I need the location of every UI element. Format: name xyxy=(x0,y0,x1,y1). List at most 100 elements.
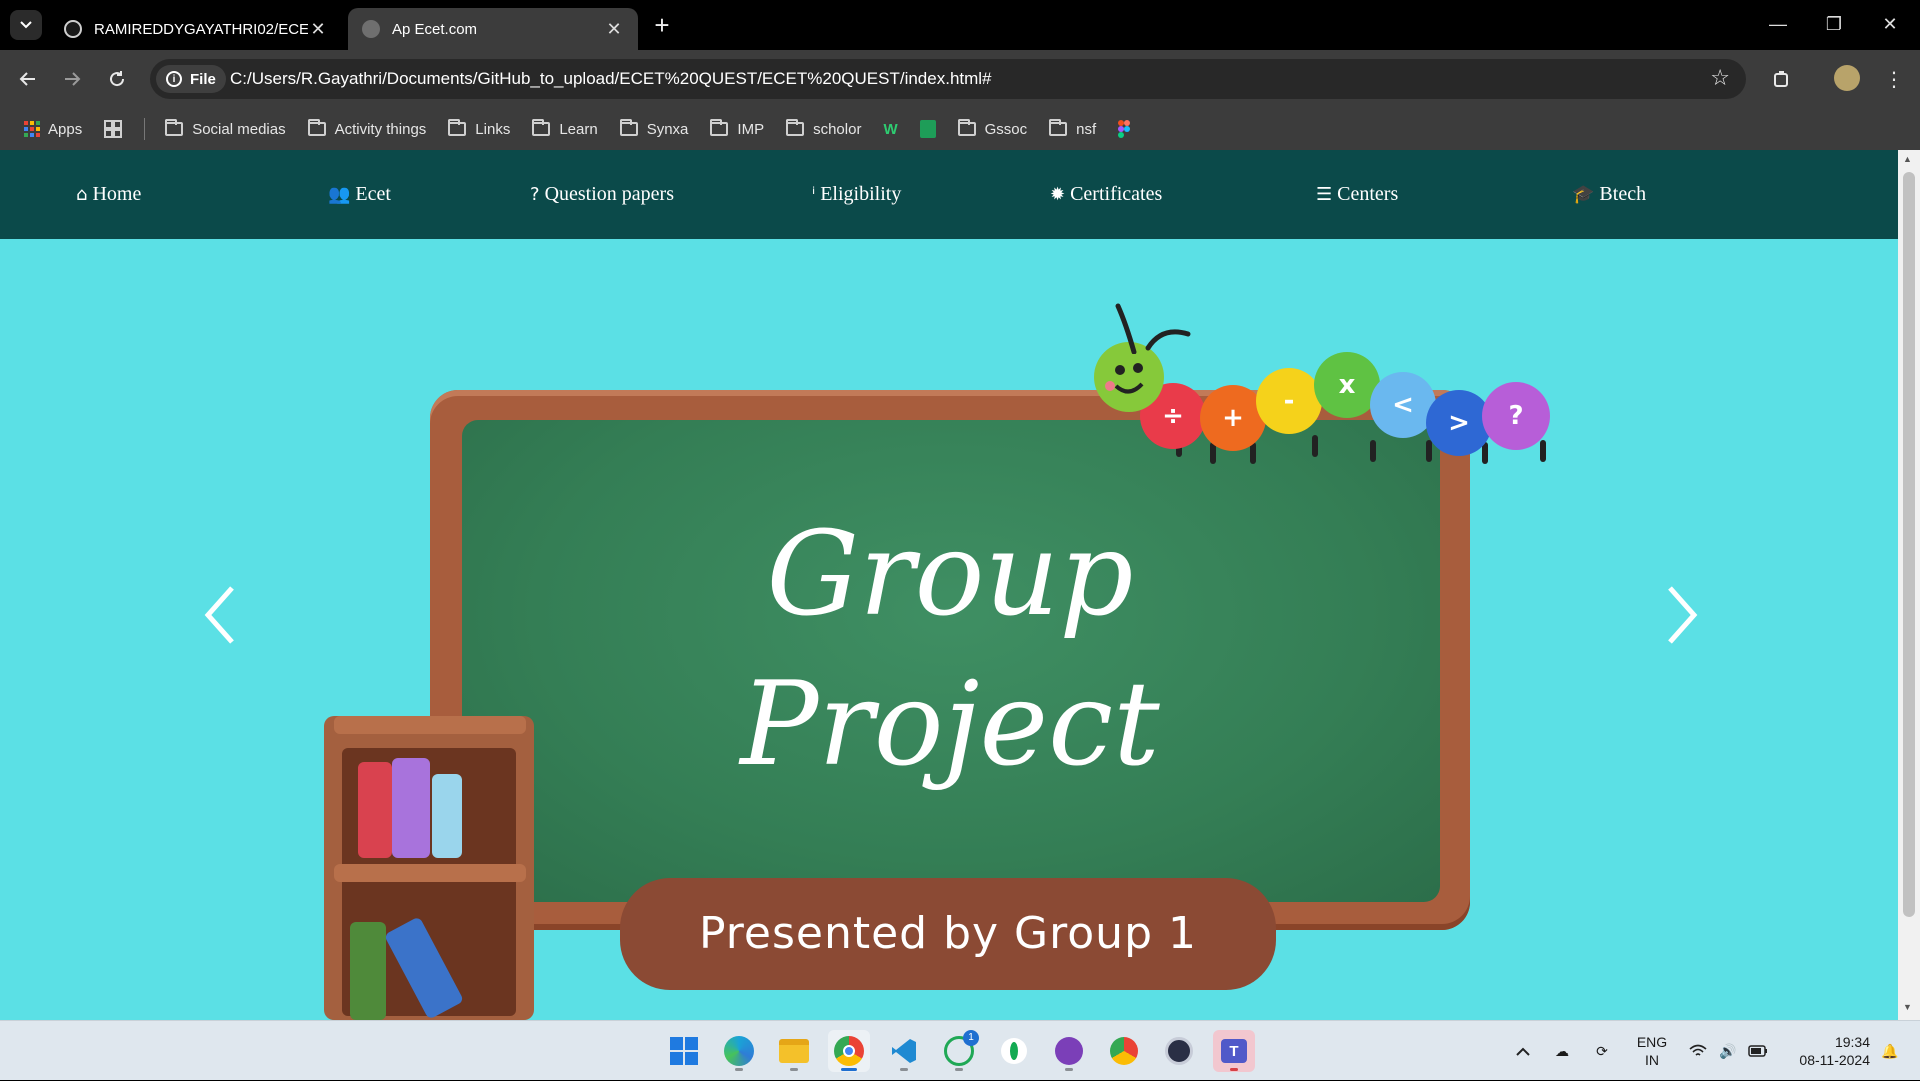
nav-home[interactable]: ⌂ Home xyxy=(76,150,141,239)
nav-centers[interactable]: ☰ Centers xyxy=(1316,150,1398,239)
tab-groups-button[interactable] xyxy=(104,120,123,138)
onedrive-icon[interactable]: ☁ xyxy=(1548,1021,1576,1081)
taskbar-github-desktop[interactable] xyxy=(1048,1030,1090,1072)
taskbar-mongodb[interactable] xyxy=(993,1030,1035,1072)
notifications-icon[interactable]: 🔔 xyxy=(1876,1021,1904,1081)
carousel-next-button[interactable] xyxy=(1660,580,1700,650)
battery-icon[interactable] xyxy=(1744,1021,1772,1081)
taskbar-chrome[interactable] xyxy=(828,1030,870,1072)
arrow-right-icon xyxy=(65,72,81,86)
shelf-board xyxy=(334,864,526,882)
carousel-prev-button[interactable] xyxy=(202,580,242,650)
taskbar-file-explorer[interactable] xyxy=(773,1030,815,1072)
taskbar-app[interactable] xyxy=(1158,1030,1200,1072)
bookmark-label: IMP xyxy=(737,120,765,138)
volume-icon[interactable]: 🔊 xyxy=(1714,1021,1742,1081)
forward-button[interactable] xyxy=(56,63,88,95)
bookmark-folder[interactable]: Activity things xyxy=(307,119,426,138)
arrow-left-icon xyxy=(19,72,35,86)
nav-label: Ecet xyxy=(355,183,391,205)
folder-icon xyxy=(1049,119,1068,136)
bookmark-folder[interactable]: scholor xyxy=(786,119,862,138)
close-tab-icon[interactable]: ✕ xyxy=(308,19,328,40)
running-indicator xyxy=(955,1068,963,1071)
folder-icon xyxy=(619,119,638,136)
minimize-button[interactable]: — xyxy=(1750,0,1806,48)
scroll-thumb[interactable] xyxy=(1903,172,1915,917)
address-bar[interactable]: i File C:/Users/R.Gayathri/Documents/Git… xyxy=(150,59,1746,99)
bookmark-figma[interactable] xyxy=(1118,120,1131,138)
nav-eligibility[interactable]: ⁱ Eligibility xyxy=(812,150,901,239)
nav-ecet[interactable]: 👥 Ecet xyxy=(328,150,391,239)
tab-github[interactable]: RAMIREDDYGAYATHRI02/ECET- ✕ xyxy=(50,8,342,50)
sync-icon[interactable]: ⟳ xyxy=(1588,1021,1616,1081)
clock[interactable]: 19:34 08-11-2024 xyxy=(1776,1021,1870,1081)
menu-icon[interactable]: ⋮ xyxy=(1878,63,1910,95)
language-code: ENG xyxy=(1636,1034,1668,1050)
sheets-icon xyxy=(919,120,936,138)
bookmark-folder[interactable]: nsf xyxy=(1049,119,1096,138)
github-icon xyxy=(64,20,82,38)
cat-leg xyxy=(1312,435,1318,457)
extensions-icon[interactable] xyxy=(1766,63,1798,95)
chevron-left-icon xyxy=(204,586,234,644)
start-button[interactable] xyxy=(663,1030,705,1072)
bookmark-site-w[interactable]: W xyxy=(883,121,897,138)
page-viewport: ⌂ Home 👥 Ecet ? Question papers ⁱ Eligibilit… xyxy=(0,150,1920,1020)
back-button[interactable] xyxy=(12,63,44,95)
book-purple xyxy=(392,758,430,858)
cat-segment-minus: - xyxy=(1256,368,1322,434)
new-tab-button[interactable]: + xyxy=(650,10,674,40)
restore-button[interactable]: ❐ xyxy=(1806,0,1862,48)
nav-label: Btech xyxy=(1599,183,1647,205)
bookmark-apps[interactable]: Apps xyxy=(24,121,82,138)
bookmark-sheets[interactable] xyxy=(919,120,936,138)
nav-certificates[interactable]: ✹ Certificates xyxy=(1050,150,1162,239)
running-indicator xyxy=(735,1068,743,1071)
site-info-chip[interactable]: i File xyxy=(156,65,226,93)
bookmark-label: Learn xyxy=(559,120,598,138)
taskbar-whatsapp[interactable]: 1 xyxy=(938,1030,980,1072)
taskbar-chrome-profile[interactable] xyxy=(1103,1030,1145,1072)
tab-ap-ecet[interactable]: Ap Ecet.com ✕ xyxy=(348,8,638,50)
bookmark-folder[interactable]: IMP xyxy=(710,119,765,138)
close-window-button[interactable]: ✕ xyxy=(1862,0,1918,48)
scroll-up-icon[interactable]: ▲ xyxy=(1903,154,1912,164)
tab-search-button[interactable] xyxy=(10,10,42,40)
bookmark-folder[interactable]: Gssoc xyxy=(957,119,1027,138)
taskbar-edge[interactable] xyxy=(718,1030,760,1072)
slide-subtitle-banner: Presented by Group 1 xyxy=(620,878,1276,990)
bookmark-folder[interactable]: Links xyxy=(448,119,510,138)
profile-avatar[interactable] xyxy=(1834,65,1860,91)
chevron-right-icon xyxy=(1668,586,1698,644)
wifi-icon[interactable] xyxy=(1684,1021,1712,1081)
nav-label: Question papers xyxy=(544,183,674,205)
bookmark-folder[interactable]: Social medias xyxy=(165,119,286,138)
windows-start-icon xyxy=(670,1037,698,1065)
scroll-down-icon[interactable]: ▼ xyxy=(1903,1002,1912,1012)
github-desktop-icon xyxy=(1055,1037,1083,1065)
teams-icon: T xyxy=(1221,1039,1247,1063)
taskbar-teams[interactable]: T xyxy=(1213,1030,1255,1072)
close-tab-icon[interactable]: ✕ xyxy=(604,19,624,40)
folder-icon xyxy=(786,119,805,136)
info-icon: i xyxy=(166,71,182,87)
nav-question-papers[interactable]: ? Question papers xyxy=(530,150,674,239)
show-hidden-icons[interactable] xyxy=(1510,1021,1536,1081)
taskbar-vscode[interactable] xyxy=(883,1030,925,1072)
language-indicator[interactable]: ENG IN xyxy=(1630,1021,1674,1081)
book-red xyxy=(358,762,392,858)
url-text[interactable]: C:/Users/R.Gayathri/Documents/GitHub_to_… xyxy=(230,59,992,99)
bookmark-label: scholor xyxy=(813,120,862,138)
bookmark-folder[interactable]: Learn xyxy=(532,119,598,138)
bookmark-star-icon[interactable]: ☆ xyxy=(1710,65,1730,91)
reload-button[interactable] xyxy=(101,63,133,95)
nav-label: Centers xyxy=(1337,183,1399,205)
page-scrollbar[interactable]: ▲ ▼ xyxy=(1898,150,1920,1020)
bookmarks-separator xyxy=(144,118,146,140)
folder-icon xyxy=(710,119,729,136)
nav-btech[interactable]: 🎓 Btech xyxy=(1572,150,1646,239)
graduation-cap-icon: 🎓 xyxy=(1572,184,1595,205)
app-icon xyxy=(1165,1037,1193,1065)
bookmark-folder[interactable]: Synxa xyxy=(619,119,688,138)
